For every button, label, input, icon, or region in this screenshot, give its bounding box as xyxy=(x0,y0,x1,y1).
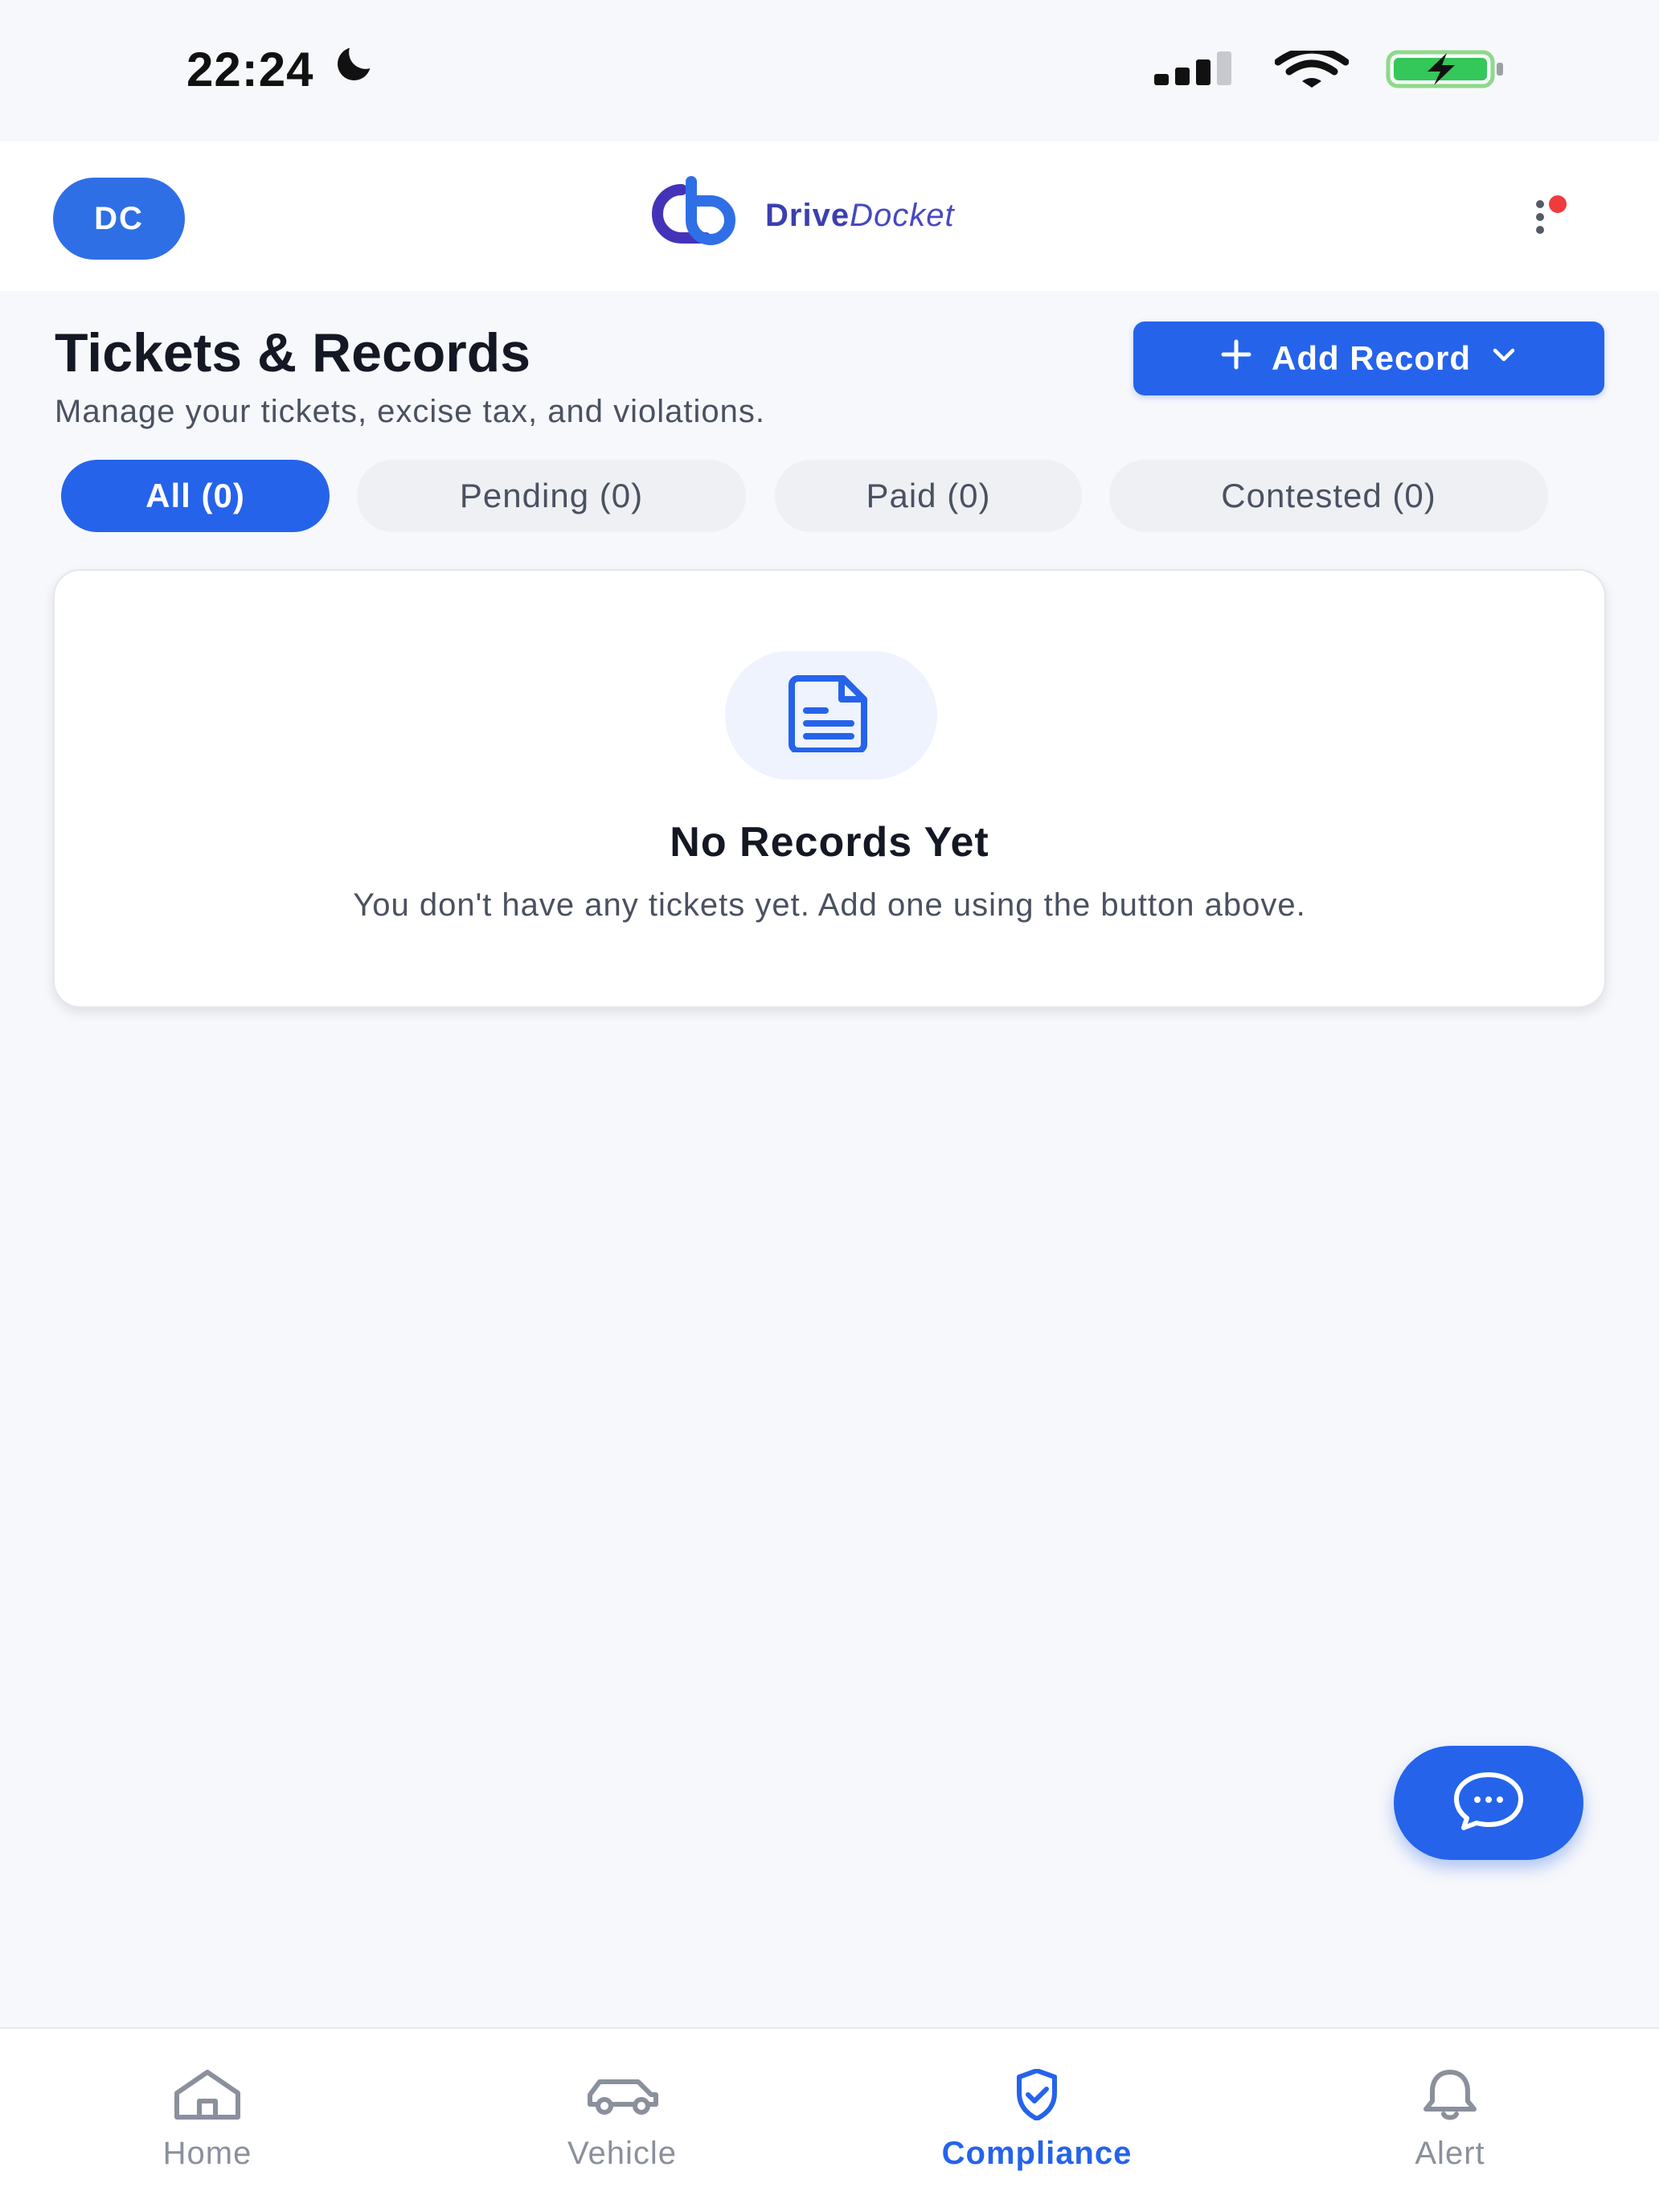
empty-state-card: No Records Yet You don't have any ticket… xyxy=(53,569,1606,1008)
empty-state-icon-container xyxy=(725,651,937,780)
nav-vehicle[interactable]: Vehicle xyxy=(453,2029,791,2189)
moon-icon xyxy=(331,40,378,98)
empty-state-message: You don't have any tickets yet. Add one … xyxy=(353,887,1306,923)
nav-alert[interactable]: Alert xyxy=(1281,2029,1619,2189)
tab-contested[interactable]: Contested (0) xyxy=(1109,460,1548,532)
cellular-signal-icon xyxy=(1154,51,1238,91)
status-time-group: 22:24 xyxy=(186,40,378,98)
nav-home-label: Home xyxy=(162,2136,252,2171)
empty-state-title: No Records Yet xyxy=(670,819,989,866)
logo-text-docket: Docket xyxy=(850,198,955,233)
nav-home[interactable]: Home xyxy=(39,2029,376,2189)
nav-alert-label: Alert xyxy=(1415,2136,1485,2171)
drivedocket-logo-icon xyxy=(643,174,754,258)
add-record-button[interactable]: Add Record xyxy=(1133,322,1604,395)
app-logo[interactable]: DriveDocket xyxy=(643,174,955,258)
status-time: 22:24 xyxy=(186,42,314,96)
page-title: Tickets & Records xyxy=(55,322,531,383)
status-bar: 22:24 xyxy=(0,0,1659,141)
nav-vehicle-label: Vehicle xyxy=(567,2136,677,2171)
bottom-navigation: Home Vehicle Compliance Alert xyxy=(0,2027,1659,2212)
bell-icon xyxy=(1411,2069,1489,2124)
app-header: DC DriveDocket xyxy=(0,141,1659,291)
nav-compliance[interactable]: Compliance xyxy=(868,2029,1206,2189)
tab-all[interactable]: All (0) xyxy=(61,460,330,532)
chat-bubble-icon xyxy=(1450,1770,1527,1837)
shield-check-icon xyxy=(998,2068,1075,2124)
plus-icon xyxy=(1219,337,1254,380)
chevron-down-icon xyxy=(1489,339,1519,378)
page-subtitle: Manage your tickets, excise tax, and vio… xyxy=(55,394,765,429)
nav-compliance-label: Compliance xyxy=(941,2136,1133,2171)
tab-pending[interactable]: Pending (0) xyxy=(357,460,746,532)
tab-paid[interactable]: Paid (0) xyxy=(775,460,1082,532)
add-record-label: Add Record xyxy=(1271,339,1471,377)
battery-charging-icon xyxy=(1386,50,1506,92)
logo-text-drive: Drive xyxy=(765,198,850,233)
logo-text: DriveDocket xyxy=(765,198,955,234)
car-icon xyxy=(582,2069,662,2124)
wifi-icon xyxy=(1274,46,1350,92)
home-icon xyxy=(169,2069,246,2124)
chat-button[interactable] xyxy=(1394,1746,1583,1860)
status-icons xyxy=(1154,46,1506,92)
document-icon xyxy=(784,674,879,756)
notification-dot xyxy=(1549,195,1567,213)
more-vertical-icon[interactable] xyxy=(1527,195,1575,247)
avatar[interactable]: DC xyxy=(53,178,185,260)
